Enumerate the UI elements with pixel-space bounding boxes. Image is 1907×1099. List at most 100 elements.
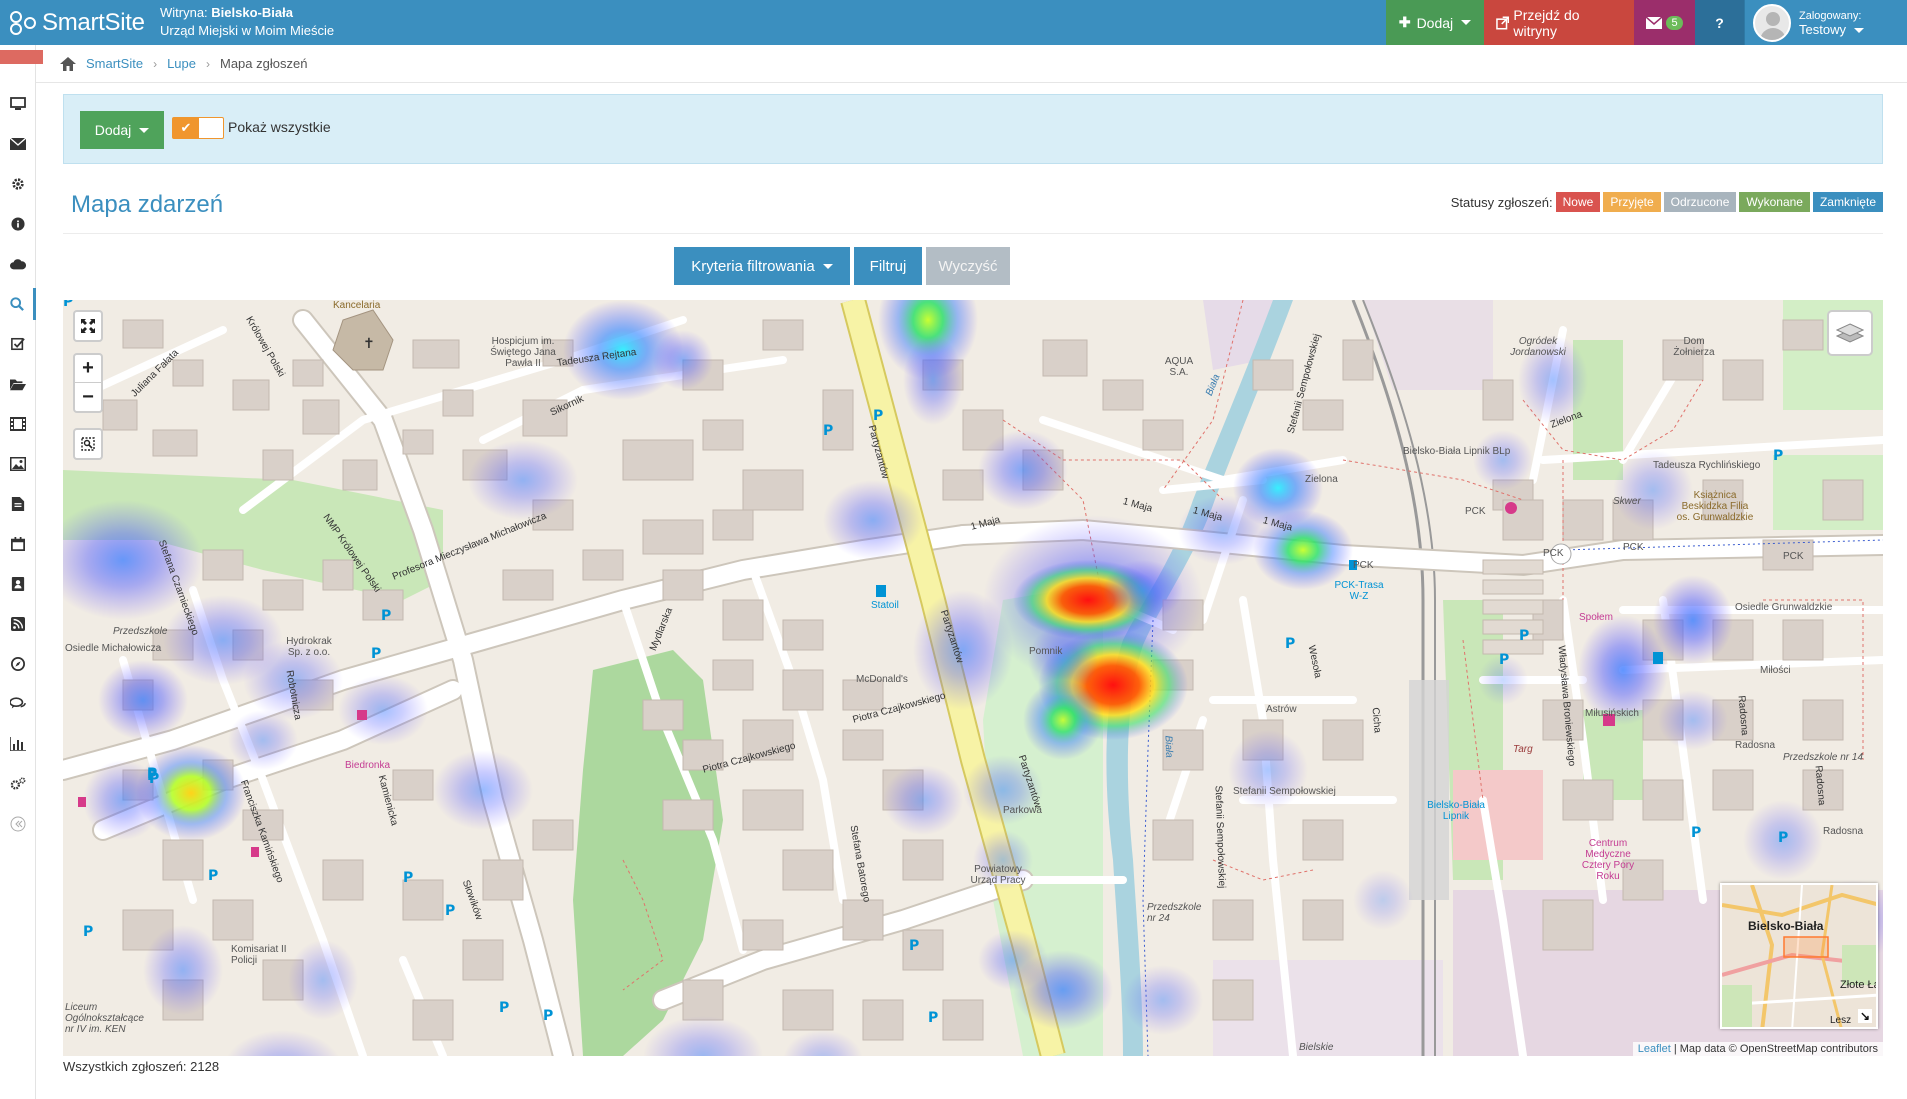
sidebar-item-info[interactable] <box>0 208 36 240</box>
fullscreen-control[interactable] <box>73 310 103 342</box>
sidebar-item-calendar[interactable] <box>0 528 36 560</box>
filter-criteria-button[interactable]: Kryteria filtrowania <box>674 247 850 285</box>
heatmap-map[interactable]: ✝ P P P P P P P P P P P P P P P P P P P … <box>63 300 1883 1056</box>
sidebar-item-documents[interactable] <box>0 488 36 520</box>
breadcrumb-item-smartsite[interactable]: SmartSite <box>86 56 143 71</box>
filter-toolbar: Kryteria filtrowania Filtruj Wyczyść <box>674 247 1010 285</box>
minimap[interactable]: Bielsko-Biała Złote Łą Lesz ↘ <box>1720 883 1878 1029</box>
layers-control[interactable] <box>1827 310 1873 356</box>
status-badge-rejected: Odrzucone <box>1663 192 1737 212</box>
map-label: PCK-Trasa W-Z <box>1334 580 1384 602</box>
map-label: Radosna <box>1823 826 1864 837</box>
top-add-button[interactable]: ✚ Dodaj <box>1386 0 1484 45</box>
zoom-box-control[interactable] <box>73 428 103 460</box>
filter-button[interactable]: Filtruj <box>854 247 922 285</box>
svg-text:P: P <box>1285 636 1295 652</box>
sidebar-item-tasks[interactable] <box>0 328 36 360</box>
sidebar-item-compass[interactable] <box>0 648 36 680</box>
map-label: Centrum Medyczne Cztery Pory Roku <box>1581 838 1635 882</box>
site-label: Witryna: <box>160 5 208 20</box>
sidebar-item-search[interactable] <box>0 288 36 320</box>
attribution-text: | Map data © OpenStreetMap contributors <box>1670 1043 1878 1055</box>
sidebar-item-dashboard[interactable] <box>0 88 36 120</box>
user-name: Testowy <box>1799 21 1846 37</box>
leaflet-link[interactable]: Leaflet <box>1638 1043 1671 1055</box>
sidebar-toggle-button[interactable] <box>0 50 43 64</box>
map-label: Powiatowy Urząd Pracy <box>970 864 1026 886</box>
map-label: PCK <box>1543 548 1564 559</box>
sidebar-item-contacts[interactable] <box>0 568 36 600</box>
sidebar-item-cloud[interactable] <box>0 248 36 280</box>
logo-text: SmartSite <box>42 9 145 36</box>
fullscreen-icon[interactable] <box>75 312 101 340</box>
add-button[interactable]: Dodaj <box>80 111 164 149</box>
zoom-in-button[interactable]: + <box>75 355 101 383</box>
filter-criteria-label: Kryteria filtrowania <box>691 257 815 275</box>
breadcrumb-item-lupe[interactable]: Lupe <box>167 56 196 71</box>
top-bar: SmartSite Witryna: Bielsko-Biała Urząd M… <box>0 0 1907 45</box>
zoom-control: + − <box>73 353 103 413</box>
sidebar-item-video[interactable] <box>0 408 36 440</box>
envelope-icon <box>10 137 26 150</box>
map-label: Osiedle Grunwaldzkie <box>1735 602 1833 613</box>
compass-icon <box>11 657 25 671</box>
search-icon <box>9 297 24 311</box>
go-to-site-button[interactable]: Przejdź do witryny <box>1484 0 1634 45</box>
folder-open-icon <box>10 379 26 391</box>
chevron-right-icon: › <box>206 56 210 71</box>
chevron-right-icon: › <box>153 56 158 71</box>
map-label: Zielona <box>1305 474 1338 485</box>
collapse-left-icon <box>10 816 26 832</box>
sidebar-item-settings[interactable] <box>0 168 36 200</box>
show-all-label: Pokaż wszystkie <box>228 119 331 135</box>
help-button[interactable]: ? <box>1695 0 1744 45</box>
sidebar-collapse-button[interactable] <box>0 808 36 840</box>
sidebar-item-rss[interactable] <box>0 608 36 640</box>
map-label: AQUA S.A. <box>1164 356 1194 378</box>
map-attribution: Leaflet | Map data © OpenStreetMap contr… <box>1632 1042 1883 1056</box>
user-menu[interactable]: Zalogowany: Testowy <box>1744 0 1907 45</box>
svg-text:P: P <box>445 903 455 919</box>
map-label: Społem <box>1579 612 1613 623</box>
map-label: Kancelaria <box>333 300 381 311</box>
map-label: Targ <box>1513 744 1533 755</box>
map-label: Dom Żołnierza <box>1673 336 1715 358</box>
status-badge-new: Nowe <box>1555 192 1601 212</box>
sidebar-item-files[interactable] <box>0 368 36 400</box>
minimap-toggle-icon[interactable]: ↘ <box>1858 1009 1872 1023</box>
status-badge-accepted: Przyjęte <box>1603 192 1661 212</box>
sidebar-item-messages[interactable] <box>0 128 36 160</box>
sidebar-item-admin[interactable] <box>0 768 36 800</box>
top-actions: ✚ Dodaj Przejdź do witryny 5 ? Zalogowan… <box>1386 0 1907 45</box>
map-label: Bielsko-Biała Lipnik <box>1427 800 1485 822</box>
map-label: Bielskie <box>1299 1042 1334 1053</box>
map-label: Astrów <box>1266 704 1297 715</box>
minimap-label: Lesz <box>1830 1015 1852 1026</box>
check-icon: ✔ <box>173 118 199 138</box>
external-link-icon <box>1496 15 1510 30</box>
zoom-out-button[interactable]: − <box>75 383 101 411</box>
map-label: Hydrokrak Sp. z o.o. <box>286 636 332 658</box>
envelope-icon <box>1646 16 1663 29</box>
caret-down-icon <box>139 127 150 133</box>
go-to-site-label: Przejdź do witryny <box>1513 6 1580 39</box>
map-label: Przedszkole nr 24 <box>1147 902 1202 924</box>
app-logo[interactable]: SmartSite <box>8 6 145 40</box>
sidebar-item-gallery[interactable] <box>0 448 36 480</box>
show-all-toggle[interactable]: ✔ <box>172 117 224 139</box>
sidebar-item-comments[interactable] <box>0 688 36 720</box>
svg-text:P: P <box>371 646 381 662</box>
monitor-icon <box>10 97 26 110</box>
map-label: Tadeusza Rychlińskiego <box>1653 460 1761 471</box>
sidebar <box>0 45 43 1099</box>
messages-button[interactable]: 5 <box>1634 0 1695 45</box>
zoom-box-icon[interactable] <box>75 430 101 458</box>
messages-count-badge: 5 <box>1666 15 1683 30</box>
clear-button[interactable]: Wyczyść <box>926 247 1010 285</box>
top-add-label: Dodaj <box>1416 14 1454 31</box>
minimap-tiles <box>1722 885 1876 1027</box>
status-badge-closed: Zamknięte <box>1812 192 1883 212</box>
breadcrumb: SmartSite › Lupe › Mapa zgłoszeń <box>60 56 307 71</box>
plus-icon: ✚ <box>1398 14 1411 30</box>
sidebar-item-statistics[interactable] <box>0 728 36 760</box>
